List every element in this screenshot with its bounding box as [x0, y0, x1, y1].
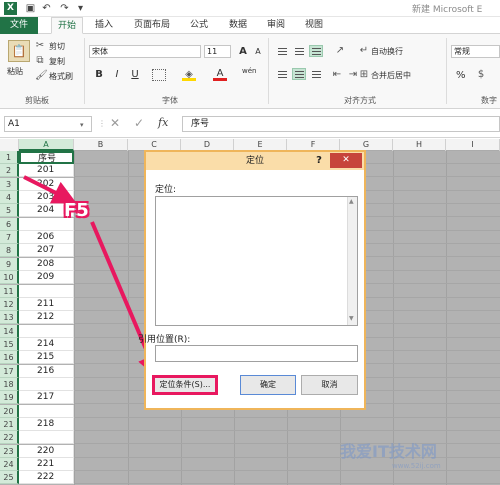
scroll-down-icon[interactable]: ▼: [349, 315, 354, 322]
watermark: 我爱IT技术网: [340, 442, 437, 461]
cancel-button[interactable]: 取消: [301, 375, 358, 395]
goto-list[interactable]: ▲ ▼: [155, 196, 358, 326]
close-icon[interactable]: ✕: [330, 153, 362, 168]
scroll-up-icon[interactable]: ▲: [349, 198, 354, 205]
arrow-to-f5: [23, 175, 77, 204]
watermark-url: www.52ij.com: [392, 462, 441, 470]
goto-dialog: 定位 ? ✕ 定位: ▲ ▼ 引用位置(R): 定位条件(S)... 确定 取消: [138, 150, 366, 410]
special-button[interactable]: 定位条件(S)...: [152, 375, 218, 395]
reference-label: 引用位置(R):: [138, 335, 191, 345]
reference-input[interactable]: [155, 345, 358, 362]
f5-key-annotation: F5: [64, 200, 89, 221]
help-icon[interactable]: ?: [312, 152, 326, 170]
goto-label: 定位:: [155, 185, 177, 195]
scrollbar[interactable]: ▲ ▼: [347, 197, 357, 325]
ok-button[interactable]: 确定: [240, 375, 296, 395]
